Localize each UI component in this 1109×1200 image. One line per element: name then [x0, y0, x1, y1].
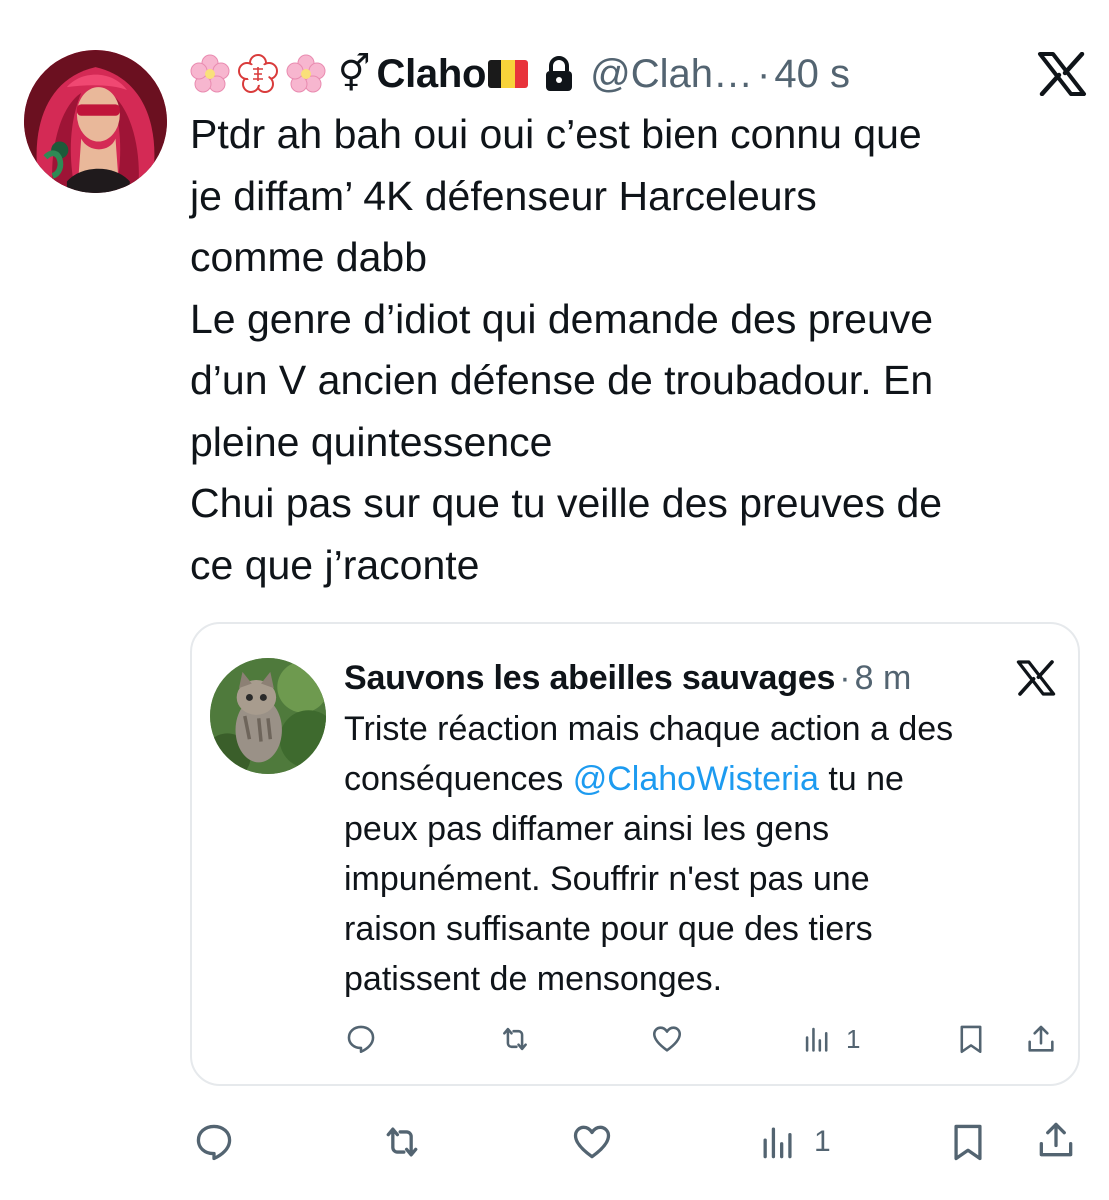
- views-icon: [763, 1127, 792, 1159]
- views-count: 1: [814, 1125, 831, 1158]
- quoted-text-line: patissent de mensonges.: [344, 960, 723, 998]
- like-button[interactable]: [570, 1120, 614, 1164]
- tweet-text-line: Ptdr ah bah oui oui c’est bien connu que: [190, 111, 922, 157]
- mention-link[interactable]: @ClahoWisteria: [573, 760, 819, 798]
- tweet-text-line: Le genre d’idiot qui demande des preuve: [190, 295, 934, 342]
- japanese-seal-icon: [238, 54, 278, 94]
- heart-icon: [573, 1125, 611, 1159]
- quoted-tweet-timestamp[interactable]: 8 m: [855, 659, 912, 698]
- repost-button[interactable]: [498, 1022, 532, 1056]
- views-icon: [805, 1027, 828, 1052]
- bookmark-icon: [954, 1124, 982, 1161]
- reply-button[interactable]: [192, 1120, 236, 1164]
- separator-dot: ·: [839, 658, 851, 697]
- repost-icon: [503, 1027, 527, 1051]
- reply-button[interactable]: [344, 1022, 378, 1056]
- reply-icon: [347, 1025, 375, 1054]
- like-button[interactable]: [650, 1022, 684, 1056]
- gender-symbol-icon: ⚥: [338, 53, 371, 95]
- separator-dot: ·: [757, 51, 771, 96]
- quoted-text-segment: tu ne: [818, 760, 904, 798]
- share-icon: [1039, 1122, 1073, 1157]
- tweet-text-line: Chui pas sur que tu veille des preuves d…: [190, 480, 943, 526]
- tweet-text-line: comme dabb: [190, 234, 428, 280]
- belgium-flag-icon: [488, 60, 529, 88]
- quoted-text-line: impunément. Souffrir n'est pas une: [344, 860, 870, 898]
- tweet[interactable]: ⚥ Claho @Clah… · 40 s Ptdr ah bah oui ou…: [0, 0, 1109, 1200]
- author-avatar[interactable]: [24, 50, 167, 193]
- bookmark-button[interactable]: [954, 1022, 988, 1056]
- tweet-text-line: je diffam’ 4K défenseur Harceleurs: [190, 172, 817, 219]
- author-handle[interactable]: @Clah…: [590, 52, 753, 97]
- tweet-header: ⚥ Claho @Clah… · 40 s: [190, 44, 1090, 104]
- bookmark-icon: [960, 1025, 982, 1054]
- cherry-blossom-icon: [286, 54, 326, 94]
- views-button[interactable]: 1: [800, 1022, 860, 1056]
- tweet-text-line: d’un V ancien défense de troubadour. En: [190, 357, 934, 403]
- quoted-text-line: peux pas diffamer ainsi les gens: [344, 810, 830, 848]
- share-icon: [1028, 1025, 1054, 1052]
- heart-icon: [652, 1026, 682, 1052]
- quoted-tweet-header: Sauvons les abeilles sauvages · 8 m: [344, 654, 911, 702]
- share-button[interactable]: [1024, 1022, 1058, 1056]
- repost-icon: [386, 1127, 418, 1157]
- bookmark-button[interactable]: [946, 1120, 990, 1164]
- x-logo-icon: [1016, 660, 1056, 696]
- quoted-text-line: raison suffisante pour que des tiers: [344, 910, 873, 948]
- tweet-text-line: ce que j’raconte: [190, 541, 480, 588]
- quoted-author-name[interactable]: Sauvons les abeilles sauvages: [344, 659, 835, 698]
- quoted-tweet[interactable]: Sauvons les abeilles sauvages · 8 m Tris…: [190, 622, 1080, 1086]
- quoted-text-line: conséquences @ClahoWisteria tu ne: [344, 754, 1064, 804]
- views-button[interactable]: 1: [756, 1120, 831, 1164]
- share-button[interactable]: [1034, 1118, 1078, 1162]
- tweet-timestamp[interactable]: 40 s: [774, 52, 850, 97]
- quoted-text-line: Triste réaction mais chaque action a des: [344, 710, 954, 748]
- quoted-author-avatar[interactable]: [210, 658, 326, 774]
- views-count: 1: [846, 1023, 861, 1054]
- repost-button[interactable]: [380, 1120, 424, 1164]
- lock-icon: [542, 54, 576, 94]
- quoted-text-segment: conséquences: [344, 760, 573, 798]
- tweet-text-line: pleine quintessence: [190, 418, 553, 465]
- tweet-text: Ptdr ah bah oui oui c’est bien connu que…: [190, 104, 1090, 596]
- reply-icon: [196, 1124, 232, 1161]
- cherry-blossom-icon: [190, 54, 230, 94]
- x-logo-icon: [1037, 52, 1087, 96]
- author-display-name[interactable]: Claho: [377, 52, 487, 97]
- quoted-tweet-text: Triste réaction mais chaque action a des…: [344, 704, 1064, 1004]
